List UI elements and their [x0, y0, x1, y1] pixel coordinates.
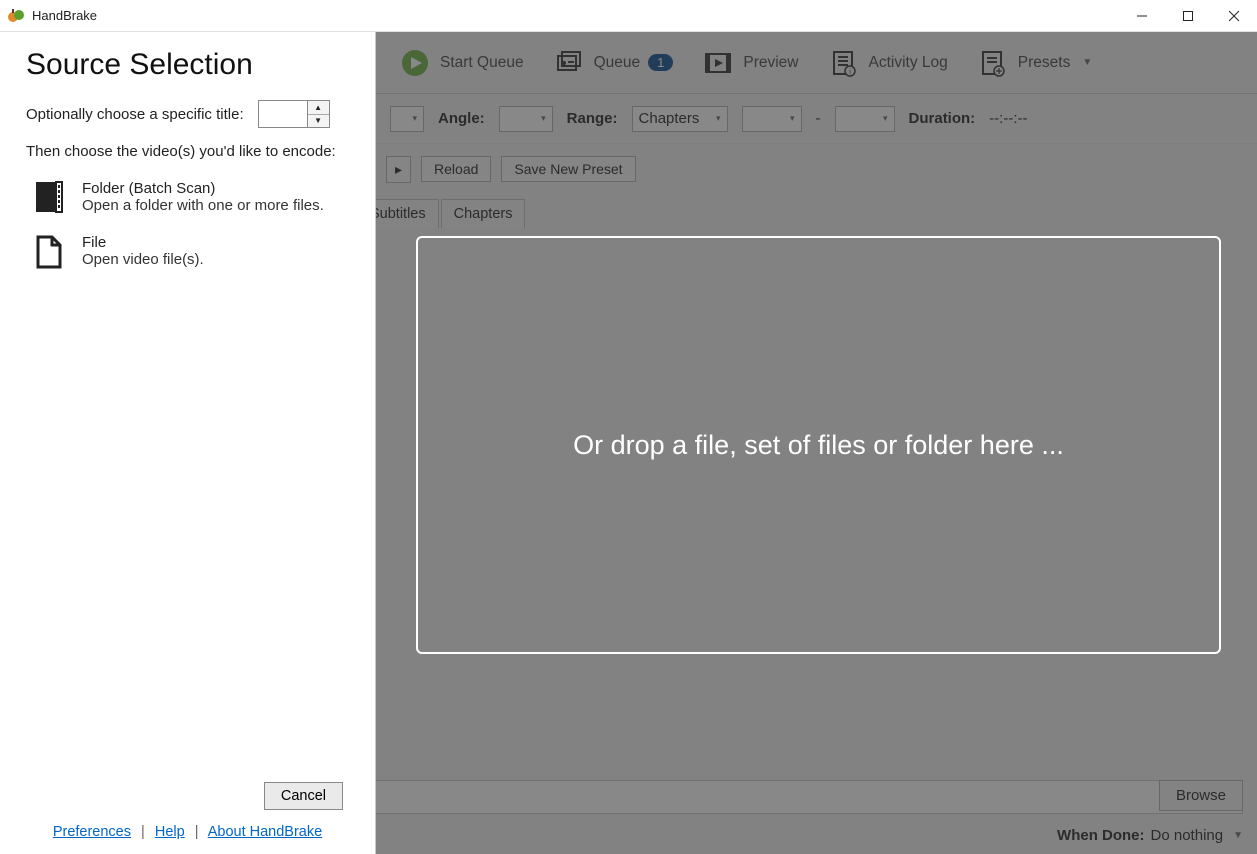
close-button[interactable] — [1211, 0, 1257, 32]
help-link[interactable]: Help — [155, 824, 185, 840]
presets-label: Presets — [1018, 54, 1071, 72]
angle-combo[interactable]: ▾ — [499, 106, 553, 132]
specific-title-input[interactable] — [259, 101, 307, 127]
panel-links: Preferences | Help | About HandBrake — [0, 824, 375, 854]
tab-chapters[interactable]: Chapters — [441, 199, 526, 228]
when-done-label: When Done: — [1057, 827, 1145, 844]
choose-folder-subtitle: Open a folder with one or more files. — [82, 197, 324, 214]
chevron-down-icon: ▼ — [1233, 830, 1243, 841]
choose-folder-option[interactable]: Folder (Batch Scan) Open a folder with o… — [0, 170, 375, 224]
specific-title-spinner[interactable]: ▲ ▼ — [258, 100, 330, 128]
source-selection-panel: Source Selection Optionally choose a spe… — [0, 32, 376, 854]
drop-zone-text: Or drop a file, set of files or folder h… — [573, 430, 1064, 461]
preview-button[interactable]: Preview — [691, 42, 808, 84]
folder-icon — [34, 180, 64, 216]
file-icon — [34, 234, 64, 270]
save-new-preset-button[interactable]: Save New Preset — [501, 156, 635, 182]
cancel-button[interactable]: Cancel — [264, 782, 343, 810]
activity-log-icon: i — [827, 46, 861, 80]
then-choose-text: Then choose the video(s) you'd like to e… — [0, 128, 375, 170]
panel-heading: Source Selection — [26, 48, 375, 82]
app-icon — [6, 6, 26, 26]
chevron-down-icon: ▼ — [1082, 57, 1092, 68]
window-title: HandBrake — [32, 8, 97, 23]
queue-button[interactable]: Queue 1 — [542, 42, 684, 84]
about-link[interactable]: About HandBrake — [208, 824, 322, 840]
choose-file-subtitle: Open video file(s). — [82, 251, 204, 268]
activity-log-label: Activity Log — [869, 54, 948, 72]
play-icon — [398, 46, 432, 80]
presets-icon — [976, 46, 1010, 80]
maximize-button[interactable] — [1165, 0, 1211, 32]
range-sep: - — [816, 110, 821, 127]
duration-value: --:--:-- — [989, 110, 1027, 127]
drop-zone[interactable]: Or drop a file, set of files or folder h… — [416, 236, 1221, 654]
preview-icon — [701, 46, 735, 80]
activity-log-button[interactable]: i Activity Log — [817, 42, 958, 84]
range-start-combo[interactable]: ▾ — [742, 106, 802, 132]
preview-label: Preview — [743, 54, 798, 72]
queue-icon — [552, 46, 586, 80]
duration-label: Duration: — [909, 110, 976, 127]
titlebar: HandBrake — [0, 0, 1257, 32]
preset-expand-button[interactable]: ▸ — [386, 156, 411, 183]
range-type-combo[interactable]: Chapters▾ — [632, 106, 728, 132]
start-queue-label: Start Queue — [440, 54, 524, 72]
angle-label: Angle: — [438, 110, 485, 127]
start-queue-button[interactable]: Start Queue — [388, 42, 534, 84]
when-done-row: When Done: Do nothing ▼ — [1057, 827, 1243, 844]
preferences-link[interactable]: Preferences — [53, 824, 131, 840]
specific-title-label: Optionally choose a specific title: — [26, 106, 244, 123]
title-combo[interactable]: ▾ — [390, 106, 424, 132]
tab-subtitles[interactable]: Subtitles — [366, 199, 439, 228]
queue-count-badge: 1 — [648, 54, 673, 71]
range-label: Range: — [567, 110, 618, 127]
range-end-combo[interactable]: ▾ — [835, 106, 895, 132]
minimize-button[interactable] — [1119, 0, 1165, 32]
choose-folder-title: Folder (Batch Scan) — [82, 180, 324, 197]
presets-button[interactable]: Presets ▼ — [966, 42, 1102, 84]
choose-file-option[interactable]: File Open video file(s). — [0, 224, 375, 278]
range-type-value: Chapters — [639, 110, 700, 127]
reload-button[interactable]: Reload — [421, 156, 491, 182]
queue-label: Queue — [594, 54, 641, 72]
spinner-down-button[interactable]: ▼ — [308, 115, 329, 128]
when-done-value[interactable]: Do nothing — [1151, 827, 1224, 844]
browse-button[interactable]: Browse — [1159, 780, 1243, 811]
choose-file-title: File — [82, 234, 204, 251]
spinner-up-button[interactable]: ▲ — [308, 101, 329, 115]
